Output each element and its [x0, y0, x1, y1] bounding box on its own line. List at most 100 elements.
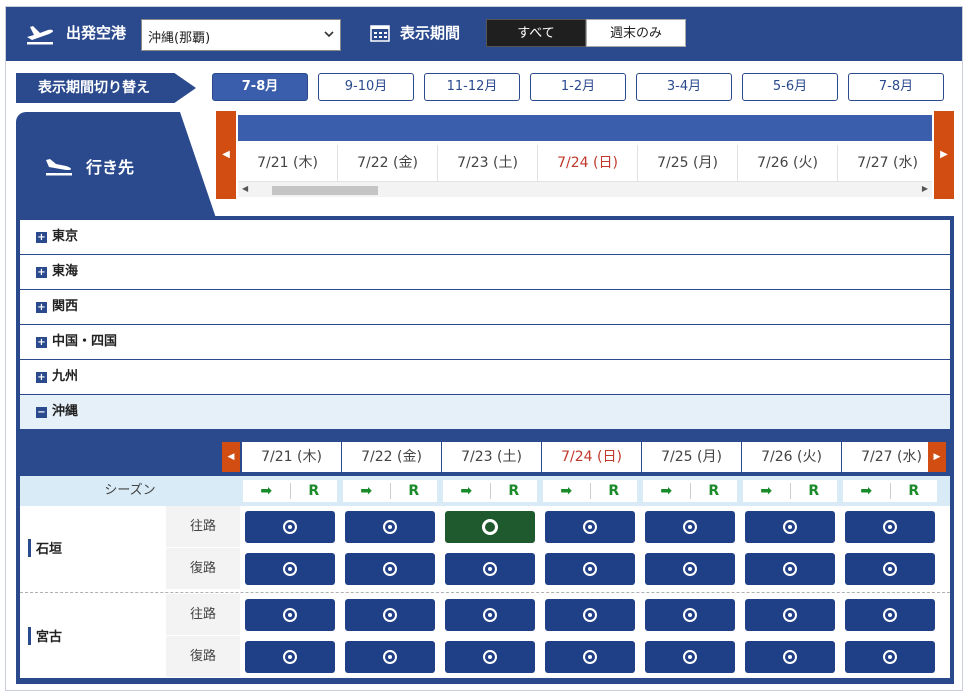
scroll-left-icon[interactable]: ◀	[242, 184, 248, 193]
region-row-kansai[interactable]: + 関西	[20, 290, 950, 324]
flight-select-button-selected[interactable]	[445, 511, 535, 543]
date-header-sunday: 7/24 (日)	[538, 145, 638, 181]
flight-select-button[interactable]	[545, 641, 635, 673]
inner-dates-next-button[interactable]: ▶	[928, 442, 946, 472]
flight-select-button[interactable]	[845, 553, 935, 585]
date-header: 7/27 (水)	[838, 145, 932, 181]
period-tab-9-10[interactable]: 9-10月	[318, 73, 414, 101]
flight-select-button[interactable]	[545, 511, 635, 543]
season-cell: ➡ R	[240, 476, 340, 506]
region-row-kyushu[interactable]: + 九州	[20, 360, 950, 394]
flight-select-button[interactable]	[445, 599, 535, 631]
date-header: 7/21 (木)	[238, 145, 338, 181]
flight-cell	[840, 594, 940, 636]
season-code: R	[408, 483, 420, 499]
period-tab-3-4[interactable]: 3-4月	[636, 73, 732, 101]
flight-select-button[interactable]	[745, 511, 835, 543]
flight-select-button[interactable]	[545, 553, 635, 585]
inner-date-row: 7/21 (木) 7/22 (金) 7/23 (土) 7/24 (日) 7/25…	[242, 442, 928, 472]
region-row-tokyo[interactable]: + 東京	[20, 220, 950, 254]
airplane-takeoff-icon	[27, 26, 53, 45]
dates-prev-button[interactable]: ◀	[216, 111, 236, 199]
availability-circle-icon	[383, 608, 397, 622]
region-cells	[240, 360, 950, 394]
availability-circle-icon	[283, 608, 297, 622]
destination-header: 行き先	[16, 112, 216, 218]
flight-select-button[interactable]	[645, 511, 735, 543]
availability-circle-icon	[883, 650, 897, 664]
inner-date-header: ◀ 7/21 (木) 7/22 (金) 7/23 (土) 7/24 (日) 7/…	[222, 442, 946, 472]
season-cell: ➡ R	[540, 476, 640, 506]
availability-circle-icon	[683, 608, 697, 622]
availability-circle-icon	[583, 562, 597, 576]
date-header: 7/22 (金)	[338, 145, 438, 181]
route-divider	[20, 592, 950, 593]
flight-select-button[interactable]	[645, 599, 735, 631]
availability-circle-icon	[483, 608, 497, 622]
flight-select-button[interactable]	[645, 641, 735, 673]
scrollbar-thumb[interactable]	[272, 186, 378, 195]
period-weekend-button[interactable]: 週末のみ	[586, 19, 686, 47]
region-cells	[240, 290, 950, 324]
date-header: 7/22 (金)	[342, 442, 442, 472]
availability-circle-icon	[683, 520, 697, 534]
period-all-button[interactable]: すべて	[486, 19, 586, 47]
availability-circle-icon	[883, 562, 897, 576]
region-row-okinawa[interactable]: − 沖縄	[20, 395, 950, 429]
flight-select-button[interactable]	[645, 553, 735, 585]
flight-cell	[840, 548, 940, 590]
season-code: R	[308, 483, 320, 499]
flight-select-button[interactable]	[345, 641, 435, 673]
top-date-strip: ◀ 7/21 (木) 7/22 (金) 7/23 (土) 7/24 (日) 7/…	[216, 111, 954, 199]
region-cells	[240, 325, 950, 359]
period-tab-1-2[interactable]: 1-2月	[530, 73, 626, 101]
horizontal-scrollbar[interactable]: ◀ ▶	[238, 181, 932, 197]
flight-select-button[interactable]	[345, 553, 435, 585]
flight-select-button[interactable]	[745, 641, 835, 673]
flight-select-button[interactable]	[345, 599, 435, 631]
flight-select-button[interactable]	[245, 553, 335, 585]
airport-select-value: 沖縄(那覇)	[148, 31, 211, 46]
flight-select-button[interactable]	[845, 641, 935, 673]
inner-dates-prev-button[interactable]: ◀	[222, 442, 240, 472]
flight-select-button[interactable]	[745, 599, 835, 631]
flight-select-button[interactable]	[445, 553, 535, 585]
region-row-chugoku-shikoku[interactable]: + 中国・四国	[20, 325, 950, 359]
date-strip-band	[238, 115, 932, 141]
flight-cell	[640, 594, 740, 636]
fare-table: + 東京 + 東海 + 関西 + 中国・四国 + 九州 − 沖縄 ◀ 7/21 …	[16, 216, 954, 684]
flight-select-button[interactable]	[245, 511, 335, 543]
flight-select-button[interactable]	[445, 641, 535, 673]
availability-circle-icon	[583, 520, 597, 534]
region-row-tokai[interactable]: + 東海	[20, 255, 950, 289]
flight-cell	[540, 548, 640, 590]
period-tab-5-6[interactable]: 5-6月	[742, 73, 838, 101]
flight-select-button[interactable]	[845, 511, 935, 543]
flight-cell	[340, 506, 440, 548]
calendar-icon	[370, 25, 390, 42]
flight-select-button[interactable]	[845, 599, 935, 631]
chevron-down-icon	[324, 31, 334, 38]
season-arrow-icon: ➡	[843, 483, 891, 499]
scroll-right-icon[interactable]: ▶	[922, 184, 928, 193]
flight-select-button[interactable]	[245, 641, 335, 673]
flight-select-button[interactable]	[245, 599, 335, 631]
flight-row	[240, 636, 950, 678]
flight-row	[240, 506, 950, 548]
departure-airport-select[interactable]: 沖縄(那覇)	[141, 19, 341, 51]
flight-select-button[interactable]	[745, 553, 835, 585]
flight-select-button[interactable]	[545, 599, 635, 631]
leg-label-return: 復路	[166, 636, 240, 678]
period-tab-11-12[interactable]: 11-12月	[424, 73, 520, 101]
availability-circle-icon	[683, 650, 697, 664]
season-cell: ➡ R	[740, 476, 840, 506]
period-tab-7-8-next[interactable]: 7-8月	[848, 73, 944, 101]
flight-cell	[540, 636, 640, 678]
flight-select-button[interactable]	[345, 511, 435, 543]
season-arrow-icon: ➡	[543, 483, 591, 499]
season-cells: ➡ R ➡ R ➡ R ➡ R ➡ R ➡ R ➡ R	[240, 476, 950, 506]
flight-row	[240, 548, 950, 590]
flight-cell	[440, 636, 540, 678]
period-tab-7-8[interactable]: 7-8月	[212, 73, 308, 101]
dates-next-button[interactable]: ▶	[934, 111, 954, 199]
